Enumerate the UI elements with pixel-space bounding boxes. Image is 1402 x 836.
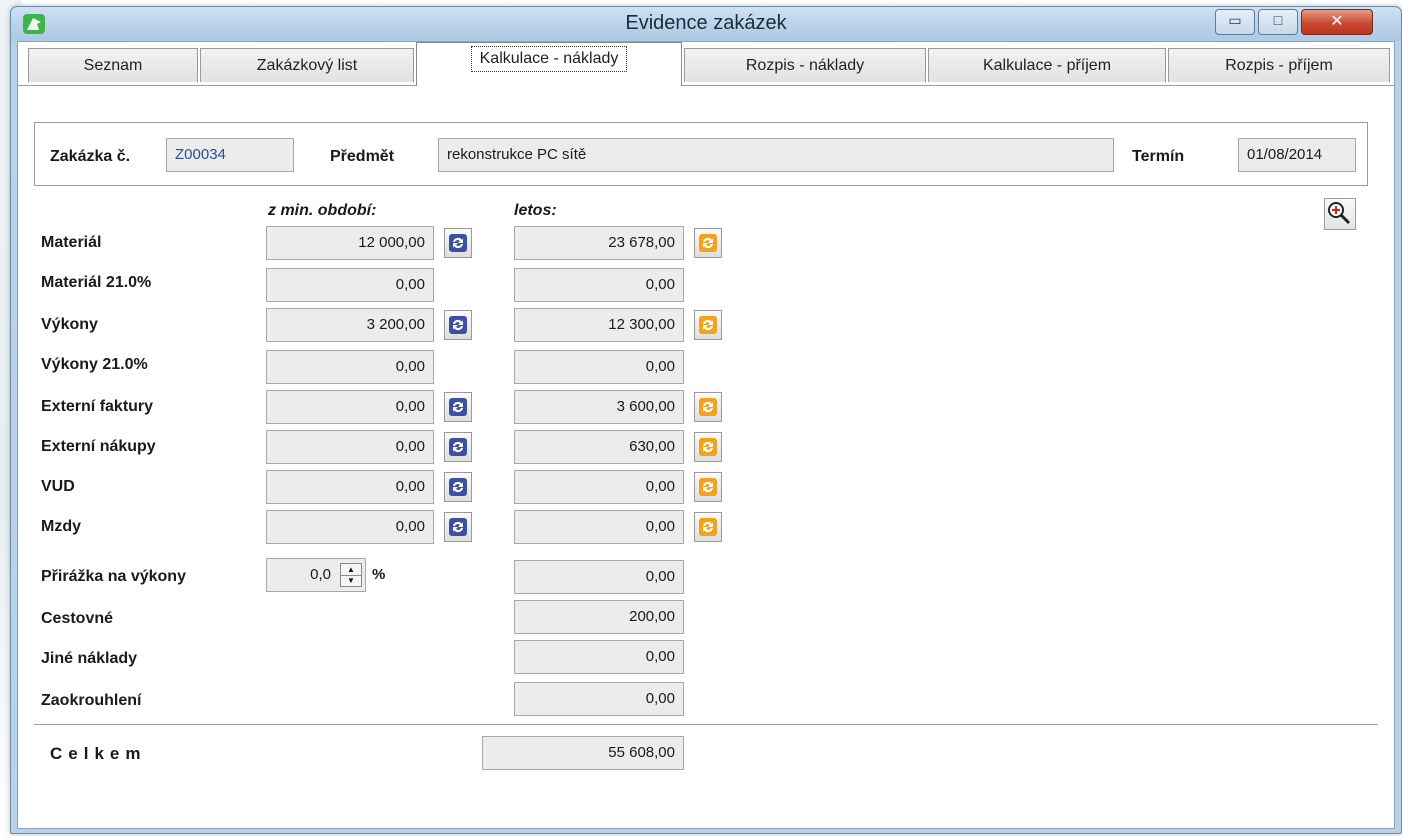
minimize-icon: ▭	[1228, 12, 1242, 28]
column-header-current: letos:	[514, 202, 557, 219]
row-label-vud: VUD	[41, 478, 75, 495]
refresh-current-vykony-button[interactable]	[694, 310, 722, 340]
externi-nakupy-current-field[interactable]: 630,00	[514, 430, 684, 464]
externi-nakupy-prev-field[interactable]: 0,00	[266, 430, 434, 464]
tab-rozpis-prijem[interactable]: Rozpis - příjem	[1168, 48, 1390, 82]
row-label-material-vat: Materiál 21.0%	[41, 274, 152, 291]
material-vat-current-field[interactable]: 0,00	[514, 268, 684, 302]
order-number-field[interactable]: Z00034	[166, 138, 294, 172]
tab-label: Rozpis - náklady	[745, 57, 865, 74]
material-vat-prev-field[interactable]: 0,00	[266, 268, 434, 302]
cestovne-field[interactable]: 200,00	[514, 600, 684, 634]
externi-faktury-current-field[interactable]: 3 600,00	[514, 390, 684, 424]
tab-zakazkovy-list[interactable]: Zakázkový list	[200, 48, 414, 82]
surcharge-percent-value: 0,0	[310, 566, 331, 583]
refresh-current-mzdy-button[interactable]	[694, 512, 722, 542]
vykony-vat-current-field[interactable]: 0,00	[514, 350, 684, 384]
tab-label: Rozpis - příjem	[1225, 57, 1333, 74]
refresh-prev-vud-button[interactable]	[444, 472, 472, 502]
tab-seznam[interactable]: Seznam	[28, 48, 198, 82]
refresh-prev-externi-faktury-button[interactable]	[444, 392, 472, 422]
refresh-icon	[699, 316, 717, 334]
refresh-icon	[699, 438, 717, 456]
vykony-vat-prev-field[interactable]: 0,00	[266, 350, 434, 384]
material-current-field[interactable]: 23 678,00	[514, 226, 684, 260]
maximize-button[interactable]: □	[1258, 9, 1298, 35]
refresh-icon	[449, 518, 467, 536]
minimize-button[interactable]: ▭	[1215, 9, 1255, 35]
subject-label: Předmět	[330, 148, 395, 165]
row-label-vykony: Výkony	[41, 316, 98, 333]
stepper-arrows[interactable]: ▲ ▼	[340, 563, 362, 587]
tab-label: Zakázkový list	[256, 57, 358, 74]
percent-unit-label: %	[372, 566, 386, 583]
refresh-icon	[699, 518, 717, 536]
refresh-prev-vykony-button[interactable]	[444, 310, 472, 340]
refresh-current-vud-button[interactable]	[694, 472, 722, 502]
tab-label: Seznam	[83, 57, 143, 74]
mzdy-prev-field[interactable]: 0,00	[266, 510, 434, 544]
refresh-icon	[699, 478, 717, 496]
row-label-material: Materiál	[41, 234, 102, 251]
tab-label: Kalkulace - náklady	[470, 46, 628, 72]
refresh-icon	[449, 478, 467, 496]
surcharge-value-field[interactable]: 0,00	[514, 560, 684, 594]
refresh-prev-mzdy-button[interactable]	[444, 512, 472, 542]
material-prev-field[interactable]: 12 000,00	[266, 226, 434, 260]
total-label: Celkem	[50, 744, 147, 763]
zaokrouhleni-field[interactable]: 0,00	[514, 682, 684, 716]
jine-naklady-field[interactable]: 0,00	[514, 640, 684, 674]
refresh-icon	[449, 398, 467, 416]
tab-rozpis-naklady[interactable]: Rozpis - náklady	[684, 48, 926, 82]
refresh-icon	[449, 438, 467, 456]
tab-kalkulace-prijem[interactable]: Kalkulace - příjem	[928, 48, 1166, 82]
zoom-in-icon	[1328, 202, 1351, 225]
deadline-field[interactable]: 01/08/2014	[1238, 138, 1356, 172]
close-button[interactable]: ✕	[1301, 9, 1373, 35]
refresh-prev-material-button[interactable]	[444, 228, 472, 258]
refresh-prev-externi-nakupy-button[interactable]	[444, 432, 472, 462]
row-label-zaokrouhleni: Zaokrouhlení	[41, 692, 142, 709]
total-separator	[34, 724, 1378, 725]
column-header-previous: z min. období:	[268, 202, 377, 219]
tab-label: Kalkulace - příjem	[982, 57, 1112, 74]
window-title: Evidence zakázek	[625, 12, 787, 34]
deadline-label: Termín	[1132, 148, 1185, 165]
row-label-externi-faktury: Externí faktury	[41, 398, 154, 415]
maximize-icon: □	[1273, 12, 1283, 28]
refresh-icon	[699, 234, 717, 252]
refresh-current-externi-faktury-button[interactable]	[694, 392, 722, 422]
refresh-current-material-button[interactable]	[694, 228, 722, 258]
vykony-current-field[interactable]: 12 300,00	[514, 308, 684, 342]
refresh-icon	[449, 234, 467, 252]
row-label-jine-naklady: Jiné náklady	[41, 650, 138, 667]
tab-kalkulace-naklady[interactable]: Kalkulace - náklady	[416, 42, 682, 86]
tab-bar: Seznam Zakázkový list Kalkulace - náklad…	[18, 42, 1394, 86]
refresh-icon	[449, 316, 467, 334]
row-label-externi-nakupy: Externí nákupy	[41, 438, 156, 455]
subject-field[interactable]: rekonstrukce PC sítě	[438, 138, 1114, 172]
row-label-vykony-vat: Výkony 21.0%	[41, 356, 148, 373]
order-number-label: Zakázka č.	[50, 148, 131, 165]
vud-current-field[interactable]: 0,00	[514, 470, 684, 504]
row-label-surcharge: Přirážka na výkony	[41, 568, 186, 585]
row-label-mzdy: Mzdy	[41, 518, 81, 535]
vud-prev-field[interactable]: 0,00	[266, 470, 434, 504]
refresh-current-externi-nakupy-button[interactable]	[694, 432, 722, 462]
row-label-cestovne: Cestovné	[41, 610, 114, 627]
zoom-button[interactable]	[1324, 198, 1356, 230]
mzdy-current-field[interactable]: 0,00	[514, 510, 684, 544]
close-icon: ✕	[1330, 13, 1344, 30]
surcharge-percent-stepper[interactable]: 0,0 ▲ ▼	[266, 558, 366, 592]
externi-faktury-prev-field[interactable]: 0,00	[266, 390, 434, 424]
refresh-icon	[699, 398, 717, 416]
vykony-prev-field[interactable]: 3 200,00	[266, 308, 434, 342]
total-field[interactable]: 55 608,00	[482, 736, 684, 770]
tab-divider	[18, 85, 1394, 86]
title-bar[interactable]: Evidence zakázek ▭ □ ✕	[11, 7, 1401, 41]
stepper-down-icon[interactable]: ▼	[341, 575, 361, 586]
